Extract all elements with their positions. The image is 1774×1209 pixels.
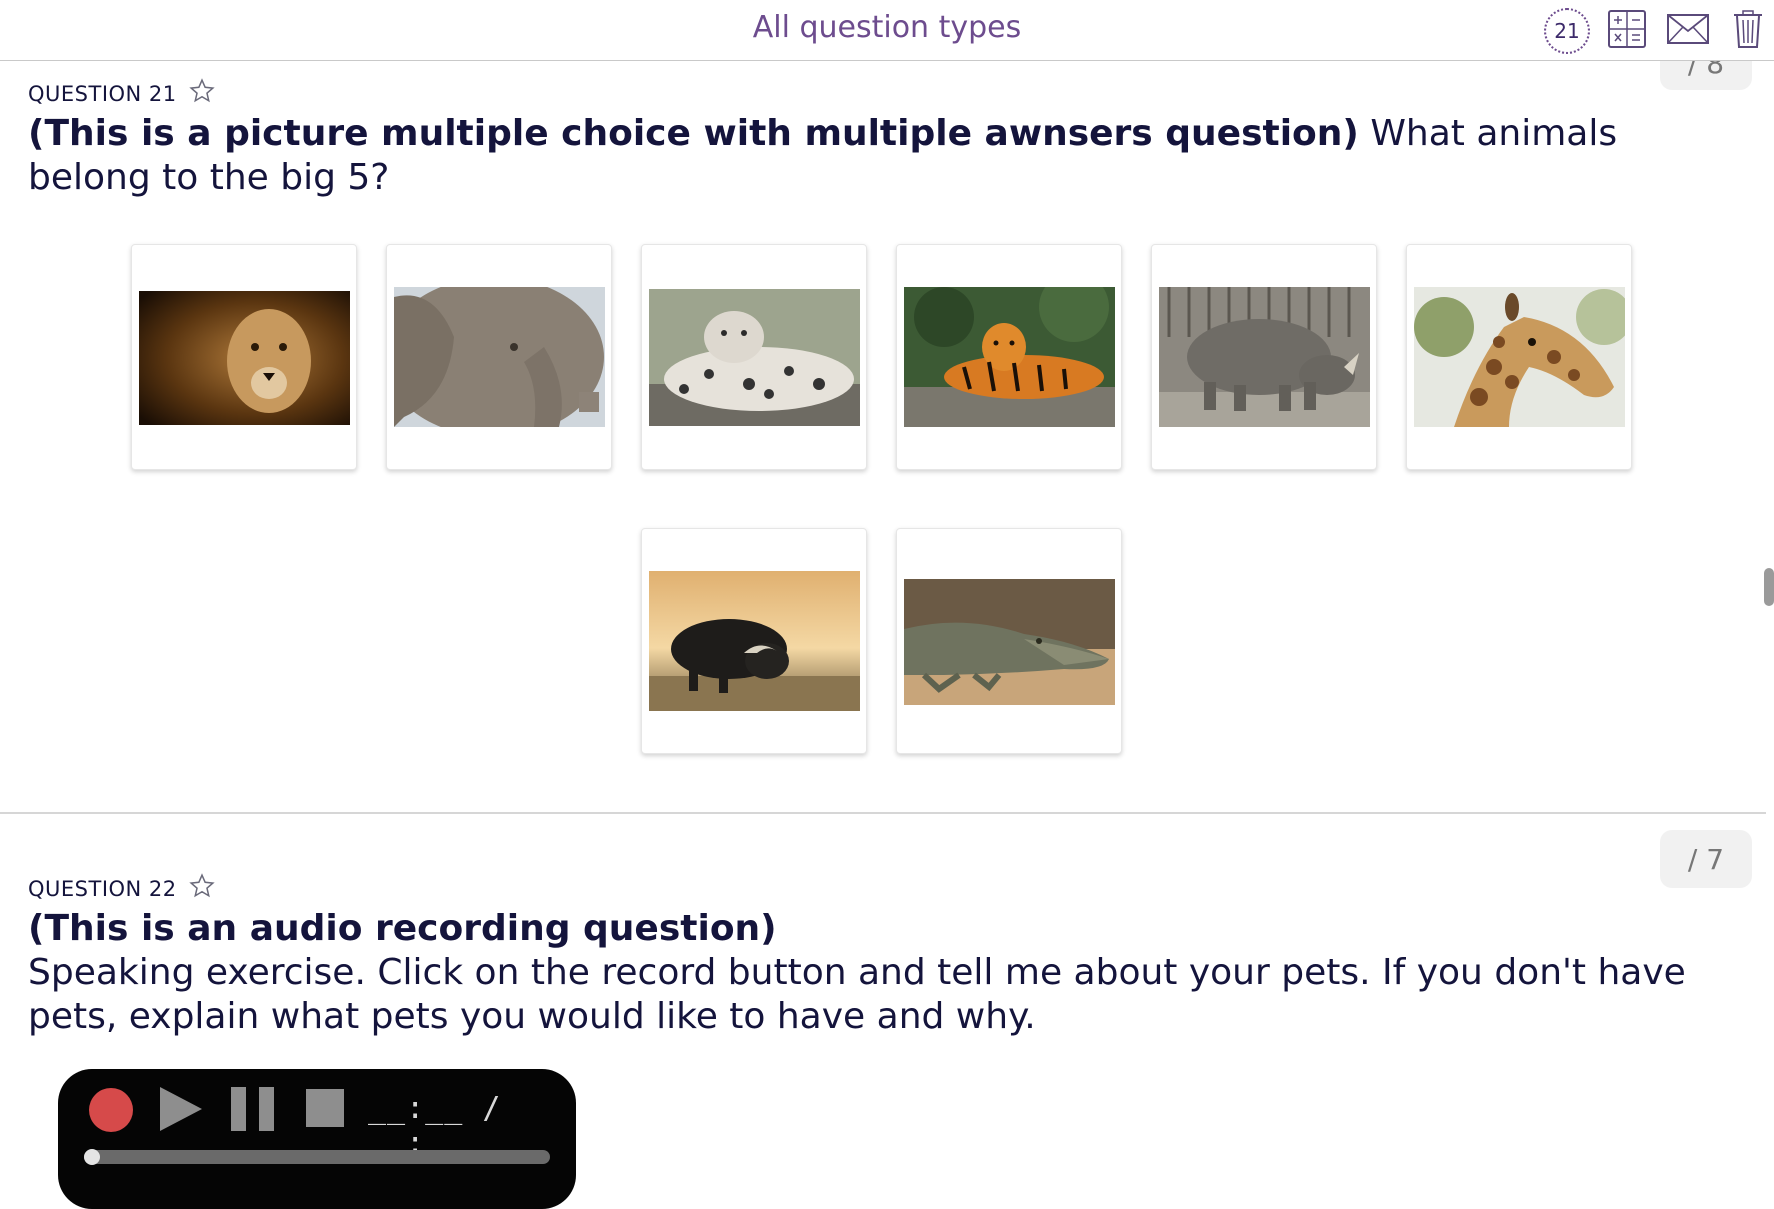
star-icon[interactable]: [188, 873, 215, 904]
stop-icon: [306, 1089, 344, 1127]
question-points: / 7: [1660, 830, 1752, 888]
recording-progress-track[interactable]: [84, 1150, 550, 1164]
top-bar: All question types 21: [0, 0, 1774, 61]
choice-card-snow-leopard[interactable]: [641, 244, 867, 470]
buffalo-picture: [649, 571, 860, 711]
snow-leopard-picture: [649, 289, 860, 426]
recording-progress-knob[interactable]: [84, 1149, 100, 1165]
record-button[interactable]: [88, 1087, 134, 1137]
scrollbar-thumb[interactable]: [1764, 568, 1774, 606]
pause-button[interactable]: [231, 1085, 277, 1137]
mail-icon[interactable]: [1667, 14, 1709, 44]
play-icon: [160, 1087, 202, 1131]
question-counter-badge[interactable]: 21: [1544, 8, 1590, 54]
star-icon[interactable]: [188, 78, 215, 109]
stop-button[interactable]: [306, 1089, 344, 1131]
question-prompt: (This is a picture multiple choice with …: [28, 112, 1718, 200]
question-prompt-text: Speaking exercise. Click on the record b…: [28, 952, 1686, 1037]
giraffe-picture: [1414, 287, 1625, 427]
choice-card-buffalo[interactable]: [641, 528, 867, 754]
question-prompt-bold-text: (This is an audio recording question): [28, 908, 777, 949]
calculator-icon[interactable]: [1608, 10, 1646, 48]
tiger-picture: [904, 287, 1115, 427]
choice-card-giraffe[interactable]: [1406, 244, 1632, 470]
audio-recorder: __:__ / __:__: [58, 1069, 576, 1209]
record-icon: [89, 1088, 133, 1132]
choice-card-crocodile[interactable]: [896, 528, 1122, 754]
trash-icon[interactable]: [1733, 10, 1763, 48]
choice-card-rhinoceros[interactable]: [1151, 244, 1377, 470]
choice-card-lion[interactable]: [131, 244, 357, 470]
question-number: QUESTION 21: [28, 81, 177, 106]
lion-picture: [139, 291, 350, 425]
play-button[interactable]: [158, 1085, 204, 1137]
question-label: QUESTION 22: [28, 873, 215, 904]
choice-card-elephant[interactable]: [386, 244, 612, 470]
question-prompt-bold: (This is a picture multiple choice with …: [28, 113, 1359, 154]
crocodile-picture: [904, 579, 1115, 705]
question-prompt-bold: (This is an audio recording question): [28, 907, 1718, 951]
question-divider: [0, 812, 1766, 814]
pause-icon: [231, 1087, 274, 1131]
quiz-title: All question types: [752, 10, 1022, 45]
question-label: QUESTION 21: [28, 78, 215, 109]
question-number: QUESTION 22: [28, 876, 177, 901]
rhinoceros-picture: [1159, 287, 1370, 427]
elephant-picture: [394, 287, 605, 427]
choice-card-tiger[interactable]: [896, 244, 1122, 470]
